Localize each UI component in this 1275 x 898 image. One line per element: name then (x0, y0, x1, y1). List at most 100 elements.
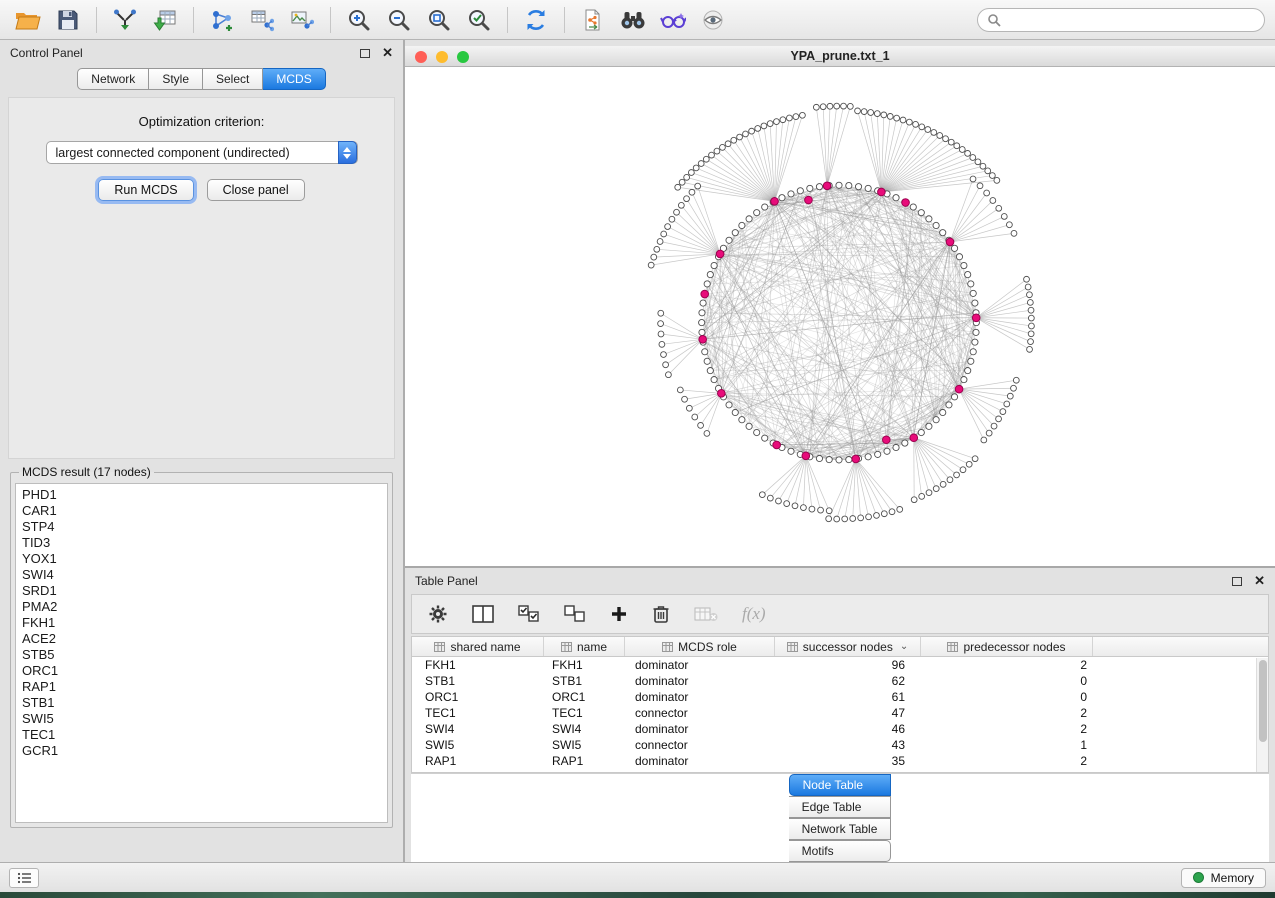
table-row[interactable]: SWI5SWI5connector431 (412, 737, 1268, 753)
optimization-dropdown[interactable]: largest connected component (undirected) (46, 141, 358, 164)
network-node[interactable] (1011, 385, 1017, 391)
network-node[interactable] (947, 477, 953, 483)
network-node[interactable] (813, 104, 819, 110)
network-node[interactable] (1027, 292, 1033, 298)
import-network-button[interactable] (107, 5, 143, 35)
network-node[interactable] (961, 262, 967, 268)
mcds-dominator-node[interactable] (946, 238, 954, 246)
close-panel-button[interactable]: Close panel (207, 179, 305, 201)
network-node[interactable] (836, 457, 842, 463)
column-header-name[interactable]: name (544, 637, 625, 656)
network-node[interactable] (695, 183, 701, 189)
network-node[interactable] (900, 117, 906, 123)
network-node[interactable] (739, 222, 745, 228)
mcds-result-item[interactable]: SRD1 (22, 583, 381, 599)
close-table-panel-icon[interactable]: ✕ (1254, 576, 1265, 586)
network-node[interactable] (684, 196, 690, 202)
mcds-result-item[interactable]: TID3 (22, 535, 381, 551)
network-node[interactable] (972, 456, 978, 462)
maximize-window-icon[interactable] (457, 51, 469, 63)
network-node[interactable] (906, 119, 912, 125)
network-node[interactable] (965, 367, 971, 373)
network-node[interactable] (754, 429, 760, 435)
network-node[interactable] (1027, 300, 1033, 306)
network-node[interactable] (834, 516, 840, 522)
network-node[interactable] (658, 321, 664, 327)
network-node[interactable] (855, 108, 861, 114)
network-node[interactable] (918, 210, 924, 216)
network-node[interactable] (847, 103, 853, 109)
mcds-dominator-node[interactable] (718, 390, 726, 398)
network-node[interactable] (801, 505, 807, 511)
network-node[interactable] (699, 329, 705, 335)
network-node[interactable] (658, 331, 664, 337)
network-node[interactable] (884, 448, 890, 454)
function-builder-button[interactable]: f(x) (742, 604, 766, 624)
network-node[interactable] (762, 204, 768, 210)
network-node[interactable] (894, 115, 900, 121)
mcds-dominator-node[interactable] (802, 452, 810, 460)
mcds-dominator-node[interactable] (972, 314, 980, 322)
mcds-result-item[interactable]: SWI5 (22, 711, 381, 727)
network-node[interactable] (657, 239, 663, 245)
mcds-dominator-node[interactable] (701, 290, 709, 298)
network-node[interactable] (972, 339, 978, 345)
table-settings-button[interactable] (428, 604, 448, 624)
network-node[interactable] (951, 394, 957, 400)
network-node[interactable] (836, 182, 842, 188)
network-node[interactable] (767, 121, 773, 127)
network-node[interactable] (954, 472, 960, 478)
network-node[interactable] (943, 136, 949, 142)
network-node[interactable] (684, 174, 690, 180)
network-node[interactable] (666, 372, 672, 378)
network-node[interactable] (881, 511, 887, 517)
network-node[interactable] (820, 104, 826, 110)
mcds-dominator-node[interactable] (878, 188, 886, 196)
mcds-dominator-node[interactable] (955, 385, 963, 393)
network-node[interactable] (661, 352, 667, 358)
network-node[interactable] (754, 210, 760, 216)
network-node[interactable] (784, 501, 790, 507)
network-node[interactable] (960, 467, 966, 473)
tab-network-table[interactable]: Network Table (789, 818, 892, 840)
network-node[interactable] (910, 204, 916, 210)
network-node[interactable] (913, 121, 919, 127)
mcds-dominator-node[interactable] (773, 441, 781, 449)
network-node[interactable] (698, 161, 704, 167)
network-node[interactable] (918, 429, 924, 435)
network-node[interactable] (858, 515, 864, 521)
network-node[interactable] (743, 131, 749, 137)
network-node[interactable] (800, 112, 806, 118)
network-node[interactable] (704, 431, 710, 437)
network-node[interactable] (792, 503, 798, 509)
network-node[interactable] (689, 189, 695, 195)
mcds-dominator-node[interactable] (902, 199, 910, 207)
network-node[interactable] (732, 230, 738, 236)
float-table-panel-icon[interactable] (1232, 577, 1242, 586)
network-node[interactable] (994, 177, 1000, 183)
network-node[interactable] (826, 456, 832, 462)
add-row-button[interactable] (610, 605, 628, 623)
network-node[interactable] (970, 290, 976, 296)
network-node[interactable] (669, 216, 675, 222)
search-input[interactable] (1007, 13, 1255, 27)
network-node[interactable] (902, 440, 908, 446)
network-node[interactable] (809, 506, 815, 512)
network-node[interactable] (788, 191, 794, 197)
network-node[interactable] (686, 405, 692, 411)
network-node[interactable] (970, 176, 976, 182)
network-node[interactable] (700, 300, 706, 306)
network-node[interactable] (788, 448, 794, 454)
network-node[interactable] (659, 341, 665, 347)
tab-edge-table[interactable]: Edge Table (789, 796, 892, 818)
network-node[interactable] (732, 409, 738, 415)
network-node[interactable] (841, 103, 847, 109)
network-node[interactable] (1028, 339, 1034, 345)
network-node[interactable] (709, 152, 715, 158)
network-node[interactable] (940, 409, 946, 415)
close-panel-icon[interactable]: ✕ (382, 48, 393, 58)
mcds-result-item[interactable]: SWI4 (22, 567, 381, 583)
network-node[interactable] (703, 156, 709, 162)
network-node[interactable] (677, 387, 683, 393)
network-node[interactable] (776, 498, 782, 504)
